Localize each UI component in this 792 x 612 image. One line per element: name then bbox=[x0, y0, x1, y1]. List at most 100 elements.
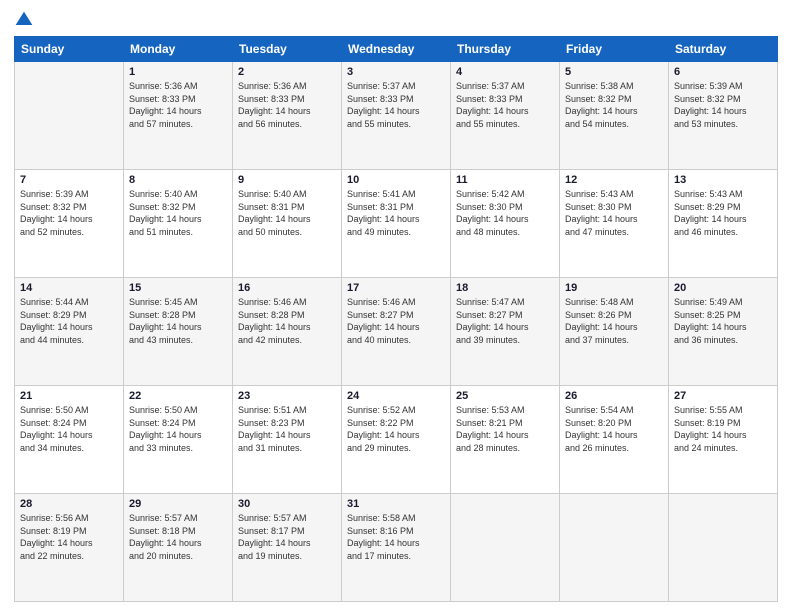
day-number: 6 bbox=[674, 66, 772, 78]
day-number: 5 bbox=[565, 66, 663, 78]
day-cell: 17 Sunrise: 5:46 AM Sunset: 8:27 PM Dayli… bbox=[342, 278, 451, 386]
day-number: 25 bbox=[456, 390, 554, 402]
day-info: Sunrise: 5:48 AM Sunset: 8:26 PM Dayligh… bbox=[565, 296, 663, 346]
day-header-saturday: Saturday bbox=[669, 37, 778, 62]
day-cell: 15 Sunrise: 5:45 AM Sunset: 8:28 PM Dayli… bbox=[124, 278, 233, 386]
day-info: Sunrise: 5:42 AM Sunset: 8:30 PM Dayligh… bbox=[456, 188, 554, 238]
day-number: 27 bbox=[674, 390, 772, 402]
day-info: Sunrise: 5:46 AM Sunset: 8:27 PM Dayligh… bbox=[347, 296, 445, 346]
day-info: Sunrise: 5:36 AM Sunset: 8:33 PM Dayligh… bbox=[129, 80, 227, 130]
day-info: Sunrise: 5:51 AM Sunset: 8:23 PM Dayligh… bbox=[238, 404, 336, 454]
day-number: 30 bbox=[238, 498, 336, 510]
day-info: Sunrise: 5:50 AM Sunset: 8:24 PM Dayligh… bbox=[20, 404, 118, 454]
day-header-thursday: Thursday bbox=[451, 37, 560, 62]
day-cell: 30 Sunrise: 5:57 AM Sunset: 8:17 PM Dayli… bbox=[233, 494, 342, 602]
day-info: Sunrise: 5:39 AM Sunset: 8:32 PM Dayligh… bbox=[20, 188, 118, 238]
week-row-2: 7 Sunrise: 5:39 AM Sunset: 8:32 PM Daylig… bbox=[15, 170, 778, 278]
day-info: Sunrise: 5:41 AM Sunset: 8:31 PM Dayligh… bbox=[347, 188, 445, 238]
day-info: Sunrise: 5:50 AM Sunset: 8:24 PM Dayligh… bbox=[129, 404, 227, 454]
day-info: Sunrise: 5:46 AM Sunset: 8:28 PM Dayligh… bbox=[238, 296, 336, 346]
day-number: 14 bbox=[20, 282, 118, 294]
day-cell: 31Sunrise: 5:58 AM Sunset: 8:16 PM Dayli… bbox=[342, 494, 451, 602]
day-number: 1 bbox=[129, 66, 227, 78]
day-info: Sunrise: 5:40 AM Sunset: 8:31 PM Dayligh… bbox=[238, 188, 336, 238]
day-number: 24 bbox=[347, 390, 445, 402]
day-cell bbox=[451, 494, 560, 602]
day-cell: 13 Sunrise: 5:43 AM Sunset: 8:29 PM Dayli… bbox=[669, 170, 778, 278]
day-number: 18 bbox=[456, 282, 554, 294]
day-info: Sunrise: 5:38 AM Sunset: 8:32 PM Dayligh… bbox=[565, 80, 663, 130]
page: SundayMondayTuesdayWednesdayThursdayFrid… bbox=[0, 0, 792, 612]
day-cell: 2 Sunrise: 5:36 AM Sunset: 8:33 PM Daylig… bbox=[233, 62, 342, 170]
day-cell: 22 Sunrise: 5:50 AM Sunset: 8:24 PM Dayli… bbox=[124, 386, 233, 494]
day-header-monday: Monday bbox=[124, 37, 233, 62]
day-cell: 29 Sunrise: 5:57 AM Sunset: 8:18 PM Dayli… bbox=[124, 494, 233, 602]
day-cell: 24 Sunrise: 5:52 AM Sunset: 8:22 PM Dayli… bbox=[342, 386, 451, 494]
day-number: 17 bbox=[347, 282, 445, 294]
day-number: 28 bbox=[20, 498, 118, 510]
day-cell: 9 Sunrise: 5:40 AM Sunset: 8:31 PM Daylig… bbox=[233, 170, 342, 278]
day-cell: 21Sunrise: 5:50 AM Sunset: 8:24 PM Dayli… bbox=[15, 386, 124, 494]
day-header-wednesday: Wednesday bbox=[342, 37, 451, 62]
day-cell: 28 Sunrise: 5:56 AM Sunset: 8:19 PM Dayli… bbox=[15, 494, 124, 602]
day-number: 10 bbox=[347, 174, 445, 186]
day-number: 12 bbox=[565, 174, 663, 186]
day-cell: 27 Sunrise: 5:55 AM Sunset: 8:19 PM Dayli… bbox=[669, 386, 778, 494]
day-cell bbox=[15, 62, 124, 170]
day-number: 15 bbox=[129, 282, 227, 294]
day-info: Sunrise: 5:40 AM Sunset: 8:32 PM Dayligh… bbox=[129, 188, 227, 238]
day-header-friday: Friday bbox=[560, 37, 669, 62]
day-number: 20 bbox=[674, 282, 772, 294]
day-info: Sunrise: 5:57 AM Sunset: 8:17 PM Dayligh… bbox=[238, 512, 336, 562]
day-info: Sunrise: 5:43 AM Sunset: 8:29 PM Dayligh… bbox=[674, 188, 772, 238]
day-number: 19 bbox=[565, 282, 663, 294]
day-header-tuesday: Tuesday bbox=[233, 37, 342, 62]
day-cell: 26Sunrise: 5:54 AM Sunset: 8:20 PM Dayli… bbox=[560, 386, 669, 494]
day-cell: 5 Sunrise: 5:38 AM Sunset: 8:32 PM Daylig… bbox=[560, 62, 669, 170]
day-info: Sunrise: 5:55 AM Sunset: 8:19 PM Dayligh… bbox=[674, 404, 772, 454]
day-number: 22 bbox=[129, 390, 227, 402]
day-cell: 11 Sunrise: 5:42 AM Sunset: 8:30 PM Dayli… bbox=[451, 170, 560, 278]
day-cell bbox=[560, 494, 669, 602]
day-number: 3 bbox=[347, 66, 445, 78]
week-row-5: 28 Sunrise: 5:56 AM Sunset: 8:19 PM Dayli… bbox=[15, 494, 778, 602]
day-number: 26 bbox=[565, 390, 663, 402]
day-number: 4 bbox=[456, 66, 554, 78]
day-number: 2 bbox=[238, 66, 336, 78]
day-cell: 16 Sunrise: 5:46 AM Sunset: 8:28 PM Dayli… bbox=[233, 278, 342, 386]
day-cell: 23 Sunrise: 5:51 AM Sunset: 8:23 PM Dayli… bbox=[233, 386, 342, 494]
day-info: Sunrise: 5:44 AM Sunset: 8:29 PM Dayligh… bbox=[20, 296, 118, 346]
day-info: Sunrise: 5:37 AM Sunset: 8:33 PM Dayligh… bbox=[456, 80, 554, 130]
logo-icon bbox=[14, 10, 34, 30]
day-info: Sunrise: 5:56 AM Sunset: 8:19 PM Dayligh… bbox=[20, 512, 118, 562]
day-number: 16 bbox=[238, 282, 336, 294]
header bbox=[14, 10, 778, 30]
day-info: Sunrise: 5:45 AM Sunset: 8:28 PM Dayligh… bbox=[129, 296, 227, 346]
day-info: Sunrise: 5:57 AM Sunset: 8:18 PM Dayligh… bbox=[129, 512, 227, 562]
day-info: Sunrise: 5:39 AM Sunset: 8:32 PM Dayligh… bbox=[674, 80, 772, 130]
day-cell: 7 Sunrise: 5:39 AM Sunset: 8:32 PM Daylig… bbox=[15, 170, 124, 278]
day-number: 11 bbox=[456, 174, 554, 186]
day-cell: 4 Sunrise: 5:37 AM Sunset: 8:33 PM Daylig… bbox=[451, 62, 560, 170]
day-number: 13 bbox=[674, 174, 772, 186]
day-number: 23 bbox=[238, 390, 336, 402]
day-number: 9 bbox=[238, 174, 336, 186]
day-number: 7 bbox=[20, 174, 118, 186]
day-cell: 25 Sunrise: 5:53 AM Sunset: 8:21 PM Dayli… bbox=[451, 386, 560, 494]
logo bbox=[14, 10, 38, 30]
day-cell: 3 Sunrise: 5:37 AM Sunset: 8:33 PM Daylig… bbox=[342, 62, 451, 170]
day-cell: 19 Sunrise: 5:48 AM Sunset: 8:26 PM Dayli… bbox=[560, 278, 669, 386]
day-header-row: SundayMondayTuesdayWednesdayThursdayFrid… bbox=[15, 37, 778, 62]
day-cell bbox=[669, 494, 778, 602]
day-number: 29 bbox=[129, 498, 227, 510]
day-info: Sunrise: 5:37 AM Sunset: 8:33 PM Dayligh… bbox=[347, 80, 445, 130]
day-cell: 1 Sunrise: 5:36 AM Sunset: 8:33 PM Daylig… bbox=[124, 62, 233, 170]
day-cell: 12Sunrise: 5:43 AM Sunset: 8:30 PM Dayli… bbox=[560, 170, 669, 278]
day-info: Sunrise: 5:52 AM Sunset: 8:22 PM Dayligh… bbox=[347, 404, 445, 454]
day-info: Sunrise: 5:47 AM Sunset: 8:27 PM Dayligh… bbox=[456, 296, 554, 346]
day-number: 31 bbox=[347, 498, 445, 510]
day-info: Sunrise: 5:36 AM Sunset: 8:33 PM Dayligh… bbox=[238, 80, 336, 130]
week-row-4: 21Sunrise: 5:50 AM Sunset: 8:24 PM Dayli… bbox=[15, 386, 778, 494]
day-info: Sunrise: 5:53 AM Sunset: 8:21 PM Dayligh… bbox=[456, 404, 554, 454]
week-row-3: 14 Sunrise: 5:44 AM Sunset: 8:29 PM Dayli… bbox=[15, 278, 778, 386]
